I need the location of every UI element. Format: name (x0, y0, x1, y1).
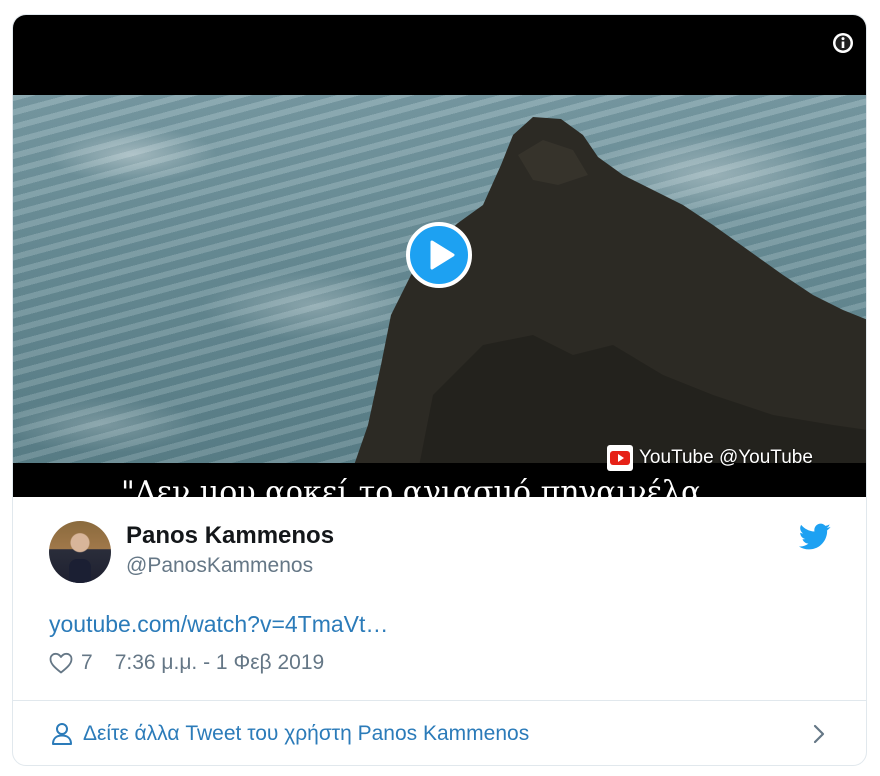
tweet-author[interactable]: Panos Kammenos @PanosKammenos (49, 521, 334, 583)
video-media[interactable]: "Δεν μου αρκεί το αγιασμό πηγαινέλα YouT… (13, 15, 866, 497)
author-names: Panos Kammenos @PanosKammenos (126, 521, 334, 581)
display-name[interactable]: Panos Kammenos (126, 521, 334, 551)
rock-silhouette (343, 117, 866, 497)
youtube-logo-icon (607, 445, 633, 471)
user-handle[interactable]: @PanosKammenos (126, 551, 334, 581)
heart-icon[interactable] (49, 652, 73, 674)
info-icon[interactable] (831, 31, 855, 55)
youtube-attribution-label: YouTube @YouTube (639, 447, 813, 468)
more-tweets-label: Δείτε άλλα Tweet του χρήστη Panos Kammen… (83, 722, 530, 745)
tweet-meta: 7 7:36 μ.μ. - 1 Φεβ 2019 (49, 651, 324, 675)
tweet-timestamp[interactable]: 7:36 μ.μ. - 1 Φεβ 2019 (115, 651, 325, 675)
tweet-link[interactable]: youtube.com/watch?v=4TmaVt… (49, 611, 388, 638)
chevron-right-icon (813, 724, 825, 744)
person-icon (52, 723, 72, 745)
tweet-embed-card: "Δεν μου αρκεί το αγιασμό πηγαινέλα YouT… (12, 14, 867, 766)
more-tweets-link[interactable]: Δείτε άλλα Tweet του χρήστη Panos Kammen… (13, 701, 866, 765)
avatar[interactable] (49, 521, 111, 583)
play-button[interactable] (406, 222, 472, 288)
play-icon (430, 240, 455, 270)
twitter-bird-icon[interactable] (799, 523, 831, 551)
youtube-attribution[interactable]: YouTube @YouTube (607, 445, 813, 471)
like-count: 7 (81, 651, 93, 674)
